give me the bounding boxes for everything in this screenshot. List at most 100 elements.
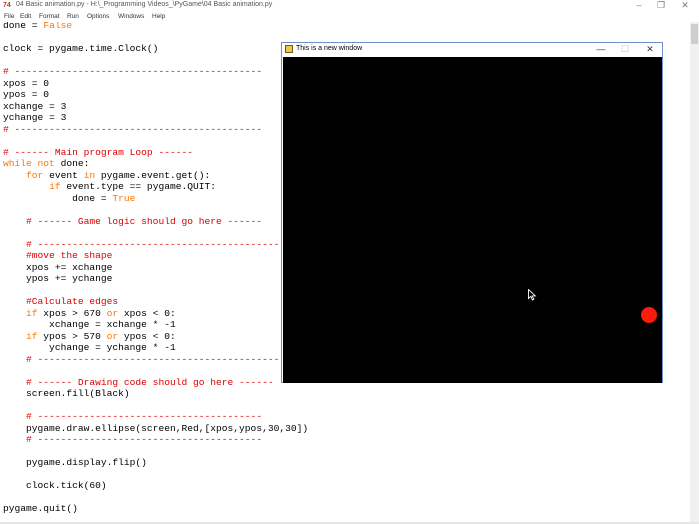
code-token: ypos = 0 [3,89,50,100]
code-line[interactable]: if xpos > 670 or xpos < 0: [3,308,176,320]
close-button[interactable]: ✕ [674,0,696,11]
code-token: done = [3,192,113,204]
code-token: xpos > 670 [37,307,107,319]
code-token: xchange = 3 [3,100,67,112]
code-token: xpos < 0: [118,307,176,319]
code-line[interactable]: clock = pygame.time.Clock() [3,43,158,55]
code-token: # --------------------------------------… [3,66,263,77]
code-token: False [43,22,73,31]
code-token: ychange = 3 [3,112,67,123]
code-line[interactable]: clock.tick(60) [3,480,107,492]
pygame-snake-icon [285,45,293,53]
idle-app-icon: 74 [3,2,11,9]
code-token: #Calculate edges [3,296,119,307]
menu-format[interactable]: Format [39,12,60,22]
code-line[interactable]: ychange = 3 [3,112,66,124]
window-title: 04 Basic animation.py - H:\_Programming … [16,1,273,8]
code-token: pygame.event.get(): [95,169,211,181]
code-line[interactable]: ypos = 0 [3,89,49,101]
code-token: xpos = 0 [3,77,50,89]
mouse-cursor-icon [528,289,537,301]
code-line[interactable]: pygame.draw.ellipse(screen,Red,[xpos,ypo… [3,423,308,435]
code-token: pygame.display.flip() [3,457,147,468]
code-token: if [49,181,61,192]
maximize-button[interactable]: ❐ [650,0,672,11]
code-token: # --------------------------------------… [3,238,286,250]
code-line[interactable]: # --------------------------------------… [3,124,262,136]
scrollbar-thumb[interactable] [691,24,698,44]
code-token: # ------ Main program Loop ------ [3,146,193,158]
menu-help[interactable]: Help [152,12,165,22]
code-line[interactable]: xpos = 0 [3,78,49,90]
code-token: event [43,169,84,181]
code-line[interactable]: screen.fill(Black) [3,388,130,400]
code-line[interactable]: pygame.display.flip() [3,457,147,469]
code-token: screen.fill(Black) [3,388,130,399]
menu-run[interactable]: Run [67,12,79,22]
code-line[interactable]: #Calculate edges [3,296,118,308]
pygame-titlebar[interactable]: This is a new window — ☐ ✕ [282,43,662,57]
menu-file[interactable]: File [4,12,14,22]
menu-options[interactable]: Options [87,12,109,22]
code-line[interactable]: done = True [3,193,135,205]
code-line[interactable]: # --------------------------------------… [3,411,262,423]
code-line[interactable]: xchange = xchange * -1 [3,319,176,331]
pygame-canvas[interactable] [283,57,662,383]
code-token: # ------ Game logic should go here -----… [3,215,263,227]
code-line[interactable]: done = False [3,22,72,32]
code-token: # --------------------------------------… [3,353,286,365]
code-token: done = [3,22,44,31]
code-line[interactable]: xpos += xchange [3,262,112,274]
code-line[interactable]: if ypos > 570 or ypos < 0: [3,331,176,343]
code-token: ychange = ychange * -1 [3,342,176,353]
code-line[interactable]: while not done: [3,158,89,170]
code-token: pygame.draw.ellipse(screen,Red,[xpos,ypo… [3,422,309,434]
code-token: ypos > 570 [37,330,107,342]
code-token: # --------------------------------------… [3,123,263,135]
code-line[interactable]: ypos += ychange [3,273,112,285]
code-line[interactable]: # --------------------------------------… [3,66,262,78]
pygame-window[interactable]: This is a new window — ☐ ✕ [281,42,663,383]
code-line[interactable]: if event.type == pygame.QUIT: [3,181,216,193]
pygame-minimize-button[interactable]: — [589,44,613,55]
code-line[interactable]: # ------ Drawing code should go here ---… [3,377,274,389]
code-line[interactable]: for event in pygame.event.get(): [3,170,210,182]
code-token: clock = pygame.time.Clock() [3,43,159,54]
code-token: True [112,192,136,204]
code-token: if [26,330,38,342]
code-line[interactable]: pygame.quit() [3,503,78,515]
menu-bar: File Edit Format Run Options Windows Hel… [0,12,699,22]
code-line[interactable]: ychange = ychange * -1 [3,342,176,354]
code-line[interactable]: xchange = 3 [3,101,66,113]
code-token: in [83,169,96,181]
code-token: xchange = xchange * -1 [3,319,176,330]
code-token: for [26,169,44,181]
code-token: # --------------------------------------… [3,411,263,422]
code-line[interactable]: # ------ Main program Loop ------ [3,147,193,159]
menu-windows[interactable]: Windows [118,12,144,22]
code-token: while not [3,158,55,169]
code-token: pygame.quit() [3,503,78,514]
code-token: ypos < 0: [118,330,176,342]
vertical-scrollbar[interactable] [690,22,699,522]
code-line[interactable]: # --------------------------------------… [3,354,285,366]
pygame-maximize-button[interactable]: ☐ [613,44,637,55]
code-token: if [26,307,38,319]
red-ball [641,307,657,323]
code-line[interactable]: # --------------------------------------… [3,239,285,251]
menu-edit[interactable]: Edit [20,12,31,22]
minimize-button[interactable]: – [628,0,650,11]
code-line[interactable]: # ------ Game logic should go here -----… [3,216,262,228]
code-line[interactable]: #move the shape [3,250,112,262]
pygame-close-button[interactable]: ✕ [638,44,662,55]
code-token: done: [54,158,90,169]
code-token: # ------ Drawing code should go here ---… [3,376,274,388]
code-token: # --------------------------------------… [3,434,263,445]
editor-titlebar: 74 04 Basic animation.py - H:\_Programmi… [0,0,699,12]
code-token: event.type == pygame.QUIT: [60,181,217,192]
pygame-window-title: This is a new window [296,45,363,52]
code-line[interactable]: # --------------------------------------… [3,434,262,446]
